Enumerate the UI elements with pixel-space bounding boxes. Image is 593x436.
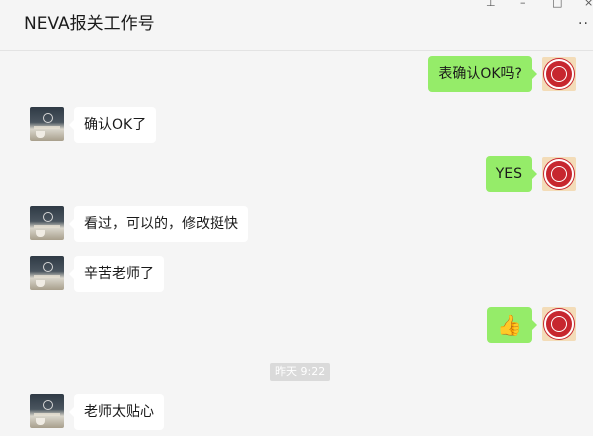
minimize-icon[interactable]: – xyxy=(520,0,526,9)
seal-logo-icon xyxy=(544,159,574,189)
seal-logo-icon xyxy=(544,59,574,89)
my-avatar[interactable] xyxy=(542,157,576,191)
contact-avatar[interactable] xyxy=(30,107,64,141)
chat-header: NEVA报关工作号 ⊥ – □ × ·· xyxy=(0,0,593,51)
message-bubble-incoming[interactable]: 辛苦老师了 xyxy=(69,256,164,292)
close-icon[interactable]: × xyxy=(584,0,593,9)
thumbs-up-icon: 👍 xyxy=(497,313,522,337)
message-timestamp: 昨天 9:22 xyxy=(270,363,331,381)
message-bubble-outgoing[interactable]: 👍 xyxy=(487,307,537,343)
pin-icon[interactable]: ⊥ xyxy=(486,0,496,9)
chat-title: NEVA报关工作号 xyxy=(24,14,155,34)
contact-avatar[interactable] xyxy=(30,256,64,290)
maximize-icon[interactable]: □ xyxy=(552,0,562,9)
message-bubble-outgoing[interactable]: 表确认OK吗? xyxy=(428,56,537,92)
my-avatar[interactable] xyxy=(542,57,576,91)
more-options-icon[interactable]: ·· xyxy=(578,16,589,32)
seal-logo-icon xyxy=(544,309,574,339)
contact-avatar[interactable] xyxy=(30,394,64,428)
message-bubble-outgoing[interactable]: YES xyxy=(485,156,538,192)
message-bubble-incoming[interactable]: 看过，可以的，修改挺快 xyxy=(69,206,248,242)
contact-avatar[interactable] xyxy=(30,206,64,240)
message-bubble-incoming[interactable]: 确认OK了 xyxy=(68,107,157,143)
my-avatar[interactable] xyxy=(542,307,576,341)
message-bubble-incoming[interactable]: 老师太贴心 xyxy=(69,394,164,430)
